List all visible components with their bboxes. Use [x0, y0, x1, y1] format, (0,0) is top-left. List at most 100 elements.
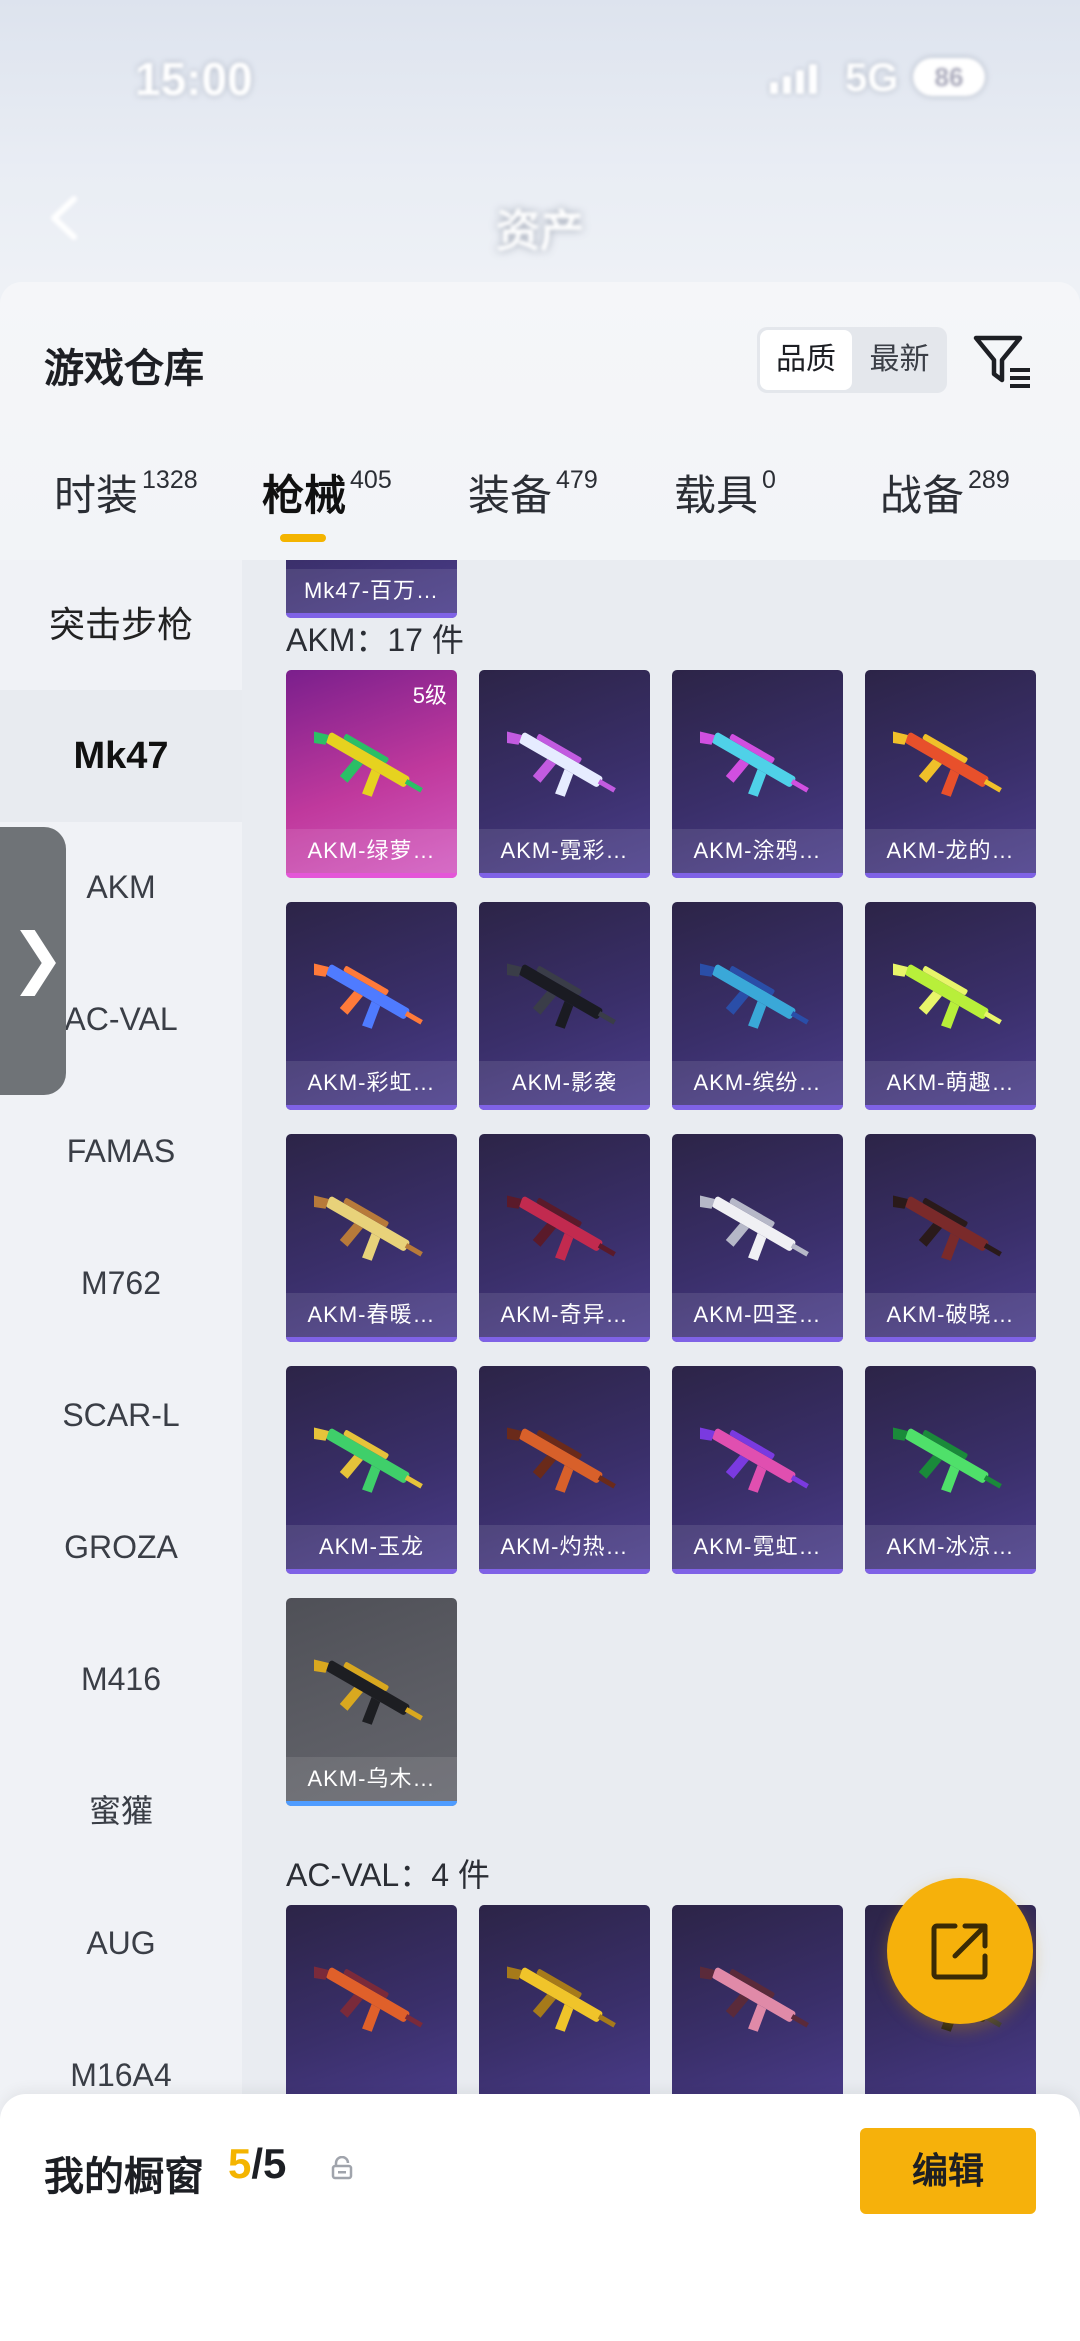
- skin-card[interactable]: AKM-春暖…: [286, 1134, 457, 1342]
- active-tab-underline: [280, 534, 326, 542]
- skin-card[interactable]: AKM-乌木…: [286, 1598, 457, 1806]
- nav-bar: 资产: [0, 185, 1080, 265]
- skin-name: AKM-奇异…: [479, 1293, 650, 1337]
- nav-title: 资产: [496, 207, 584, 256]
- showcase-bar: 我的橱窗 5/5 编辑: [0, 2094, 1080, 2341]
- skin-card[interactable]: AKM-奇异…: [479, 1134, 650, 1342]
- rifle-icon: [893, 1426, 1002, 1493]
- skin-name: AKM-绿萝…: [286, 829, 457, 873]
- skin-name: AKM-涂鸦…: [672, 829, 843, 873]
- rarity-bar: [286, 1337, 457, 1342]
- warehouse-sheet: 游戏仓库 品质 最新 时装 1328 枪械 405 装备 479 载具 0 战备…: [0, 282, 1080, 2341]
- skin-card[interactable]: Mk47-百万…: [286, 560, 457, 618]
- rarity-bar: [865, 1337, 1036, 1342]
- group-title: AC-VAL：4 件: [286, 1857, 490, 1893]
- sidebar-item-aug[interactable]: AUG: [0, 1878, 242, 2008]
- skin-name: AKM-影袭: [479, 1061, 650, 1105]
- skin-card[interactable]: [286, 1905, 457, 2113]
- category-tabs: 时装 1328 枪械 405 装备 479 载具 0 战备 289: [0, 462, 1080, 558]
- rarity-bar: [479, 1337, 650, 1342]
- drawer-toggle[interactable]: ❯: [0, 827, 66, 1095]
- skin-card[interactable]: AKM-彩虹…: [286, 902, 457, 1110]
- share-button[interactable]: [887, 1878, 1033, 2024]
- tab-vehicles[interactable]: 载具 0: [674, 462, 776, 552]
- skin-card[interactable]: AKM-龙的…: [865, 670, 1036, 878]
- signal-icon: [770, 64, 817, 94]
- skin-name: AKM-龙的…: [865, 829, 1036, 873]
- skin-name: AKM-乌木…: [286, 1757, 457, 1801]
- skin-name: AKM-四圣…: [672, 1293, 843, 1337]
- skin-name: AKM-冰凉…: [865, 1525, 1036, 1569]
- skin-name: AKM-彩虹…: [286, 1061, 457, 1105]
- skin-card[interactable]: AKM-霓虹…: [672, 1366, 843, 1574]
- skin-card[interactable]: [672, 1905, 843, 2113]
- rifle-icon: [314, 1965, 423, 2032]
- level-badge: 5级: [412, 683, 447, 708]
- top-background: 15:00 5G 86 资产: [0, 0, 1080, 282]
- skin-card[interactable]: AKM-霓彩…: [479, 670, 650, 878]
- skin-name: AKM-霓虹…: [672, 1525, 843, 1569]
- sidebar-item-m762[interactable]: M762: [0, 1218, 242, 1348]
- rarity-bar: [672, 873, 843, 878]
- sidebar-item-scar-l[interactable]: SCAR-L: [0, 1350, 242, 1480]
- rifle-icon: [700, 962, 809, 1029]
- tab-supplies[interactable]: 战备 289: [880, 462, 1010, 552]
- sidebar-item-honey-badger[interactable]: 蜜獾: [0, 1746, 242, 1876]
- rarity-bar: [865, 873, 1036, 878]
- rifle-icon: [700, 1426, 809, 1493]
- rifle-icon: [314, 1194, 423, 1261]
- sort-option-quality[interactable]: 品质: [760, 330, 852, 390]
- skin-name: AKM-霓彩…: [479, 829, 650, 873]
- sort-toggle: 品质 最新: [757, 327, 947, 393]
- skin-card[interactable]: AKM-缤纷…: [672, 902, 843, 1110]
- skin-card[interactable]: AKM-萌趣…: [865, 902, 1036, 1110]
- rifle-icon: [314, 1658, 423, 1725]
- skin-name: AKM-灼热…: [479, 1525, 650, 1569]
- rifle-icon: [314, 1426, 423, 1493]
- rifle-icon: [700, 730, 809, 797]
- status-bar: 15:00 5G 86: [0, 52, 1080, 112]
- skin-card[interactable]: AKM-四圣…: [672, 1134, 843, 1342]
- share-icon: [931, 1923, 988, 1980]
- skin-name: Mk47-百万…: [286, 569, 457, 613]
- skin-card[interactable]: AKM-玉龙: [286, 1366, 457, 1574]
- rarity-bar: [865, 1105, 1036, 1110]
- filter-icon[interactable]: [972, 330, 1036, 394]
- lock-icon: [331, 2156, 353, 2180]
- skin-name: AKM-萌趣…: [865, 1061, 1036, 1105]
- rifle-icon: [314, 962, 423, 1029]
- sidebar-item-m416[interactable]: M416: [0, 1614, 242, 1744]
- sidebar-item-groza[interactable]: GROZA: [0, 1482, 242, 1612]
- sidebar-item-assault-rifle[interactable]: 突击步枪: [0, 560, 242, 690]
- rifle-icon: [700, 1194, 809, 1261]
- edit-button[interactable]: 编辑: [860, 2128, 1036, 2214]
- sidebar-item-mk47[interactable]: Mk47: [0, 690, 242, 822]
- sort-option-newest[interactable]: 最新: [852, 327, 947, 393]
- rarity-bar: [286, 873, 457, 878]
- sidebar-item-famas[interactable]: FAMAS: [0, 1086, 242, 1216]
- skin-card[interactable]: AKM-破晓…: [865, 1134, 1036, 1342]
- rifle-icon: [507, 1426, 616, 1493]
- tab-firearms[interactable]: 枪械 405: [262, 462, 392, 552]
- rarity-bar: [672, 1105, 843, 1110]
- skin-card[interactable]: AKM-灼热…: [479, 1366, 650, 1574]
- status-time: 15:00: [135, 53, 253, 105]
- skin-card[interactable]: AKM-影袭: [479, 902, 650, 1110]
- rifle-icon: [893, 730, 1002, 797]
- rifle-icon: [507, 1965, 616, 2032]
- rarity-bar: [286, 1105, 457, 1110]
- skin-name: AKM-玉龙: [286, 1525, 457, 1569]
- skin-card[interactable]: 5级 AKM-绿萝…: [286, 670, 457, 878]
- skin-card[interactable]: [479, 1905, 650, 2113]
- tab-equipment[interactable]: 装备 479: [468, 462, 598, 552]
- back-arrow-icon[interactable]: [44, 195, 90, 241]
- rifle-icon: [507, 1194, 616, 1261]
- rifle-icon: [893, 1194, 1002, 1261]
- rifle-icon: [700, 1965, 809, 2032]
- battery-indicator: 86: [913, 58, 985, 96]
- rarity-bar: [479, 1105, 650, 1110]
- tab-fashion[interactable]: 时装 1328: [54, 462, 198, 552]
- skin-card[interactable]: AKM-涂鸦…: [672, 670, 843, 878]
- rifle-icon: [314, 730, 423, 797]
- skin-card[interactable]: AKM-冰凉…: [865, 1366, 1036, 1574]
